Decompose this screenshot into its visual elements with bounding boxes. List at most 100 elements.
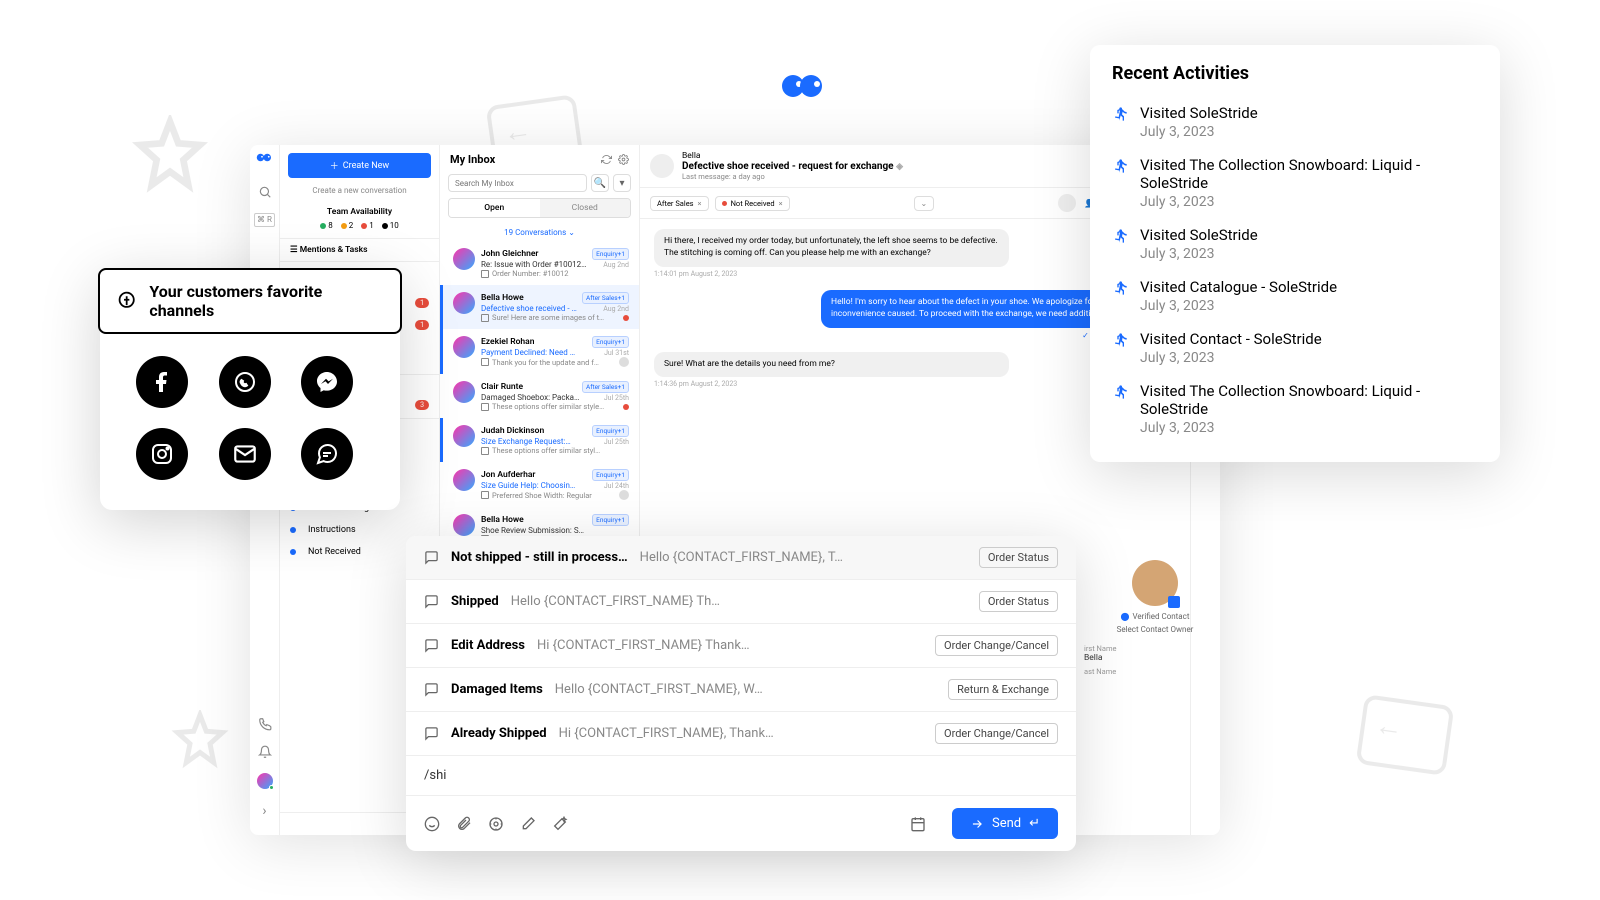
activity-item: Visited Catalogue - SoleStride July 3, 20… bbox=[1112, 270, 1478, 322]
contact-owner[interactable]: Select Contact Owner bbox=[1080, 625, 1230, 634]
template-preview: Hi {CONTACT_FIRST_NAME}, Thank… bbox=[559, 726, 923, 741]
template-title: Edit Address bbox=[451, 638, 525, 653]
attachment-icon[interactable] bbox=[456, 816, 472, 832]
magic-icon[interactable] bbox=[552, 816, 568, 832]
message: Hi there, I received my order today, but… bbox=[654, 229, 1009, 278]
email-icon[interactable] bbox=[219, 428, 271, 480]
template-item[interactable]: Shipped Hello {CONTACT_FIRST_NAME} Th… O… bbox=[406, 580, 1076, 624]
convo-name: Clair Runte bbox=[481, 382, 523, 392]
template-item[interactable]: Edit Address Hi {CONTACT_FIRST_NAME} Tha… bbox=[406, 624, 1076, 668]
messenger-icon[interactable] bbox=[301, 356, 353, 408]
field-value: Bella bbox=[1080, 653, 1230, 663]
bell-icon[interactable] bbox=[258, 745, 272, 759]
team-availability-label: Team Availability bbox=[280, 207, 439, 217]
avatar-icon[interactable] bbox=[257, 773, 273, 789]
walk-icon bbox=[1112, 384, 1128, 400]
sms-icon[interactable] bbox=[301, 428, 353, 480]
check-icon: ✓ bbox=[1082, 331, 1089, 340]
search-icon[interactable] bbox=[258, 185, 272, 199]
convo-tag: Enquiry+1 bbox=[592, 469, 629, 481]
conversation-item[interactable]: John GleichnerEnquiry+1 Re: Issue with O… bbox=[440, 241, 639, 285]
convo-date: Jul 31st bbox=[604, 349, 629, 357]
avatar bbox=[453, 514, 475, 536]
message-bubble: Sure! What are the details you need from… bbox=[654, 352, 1009, 378]
inbox-title: My Inbox bbox=[450, 153, 495, 166]
convo-date: Jul 24th bbox=[604, 482, 629, 490]
settings-icon[interactable] bbox=[618, 154, 629, 165]
inbox-search-input[interactable] bbox=[448, 174, 587, 192]
template-category: Order Status bbox=[979, 591, 1058, 612]
chat-tag[interactable]: Not Received× bbox=[715, 196, 790, 211]
calendar-icon bbox=[481, 270, 489, 278]
filter-icon[interactable]: ▾ bbox=[613, 174, 631, 192]
convo-date: Aug 2nd bbox=[603, 305, 629, 313]
conversation-item[interactable]: Bella HoweAfter Sales+1 Defective shoe r… bbox=[440, 285, 639, 329]
activity-item: Visited Contact - SoleStrideJuly 3, 2023 bbox=[1112, 322, 1478, 374]
conversation-count[interactable]: 19 Conversations ⌄ bbox=[440, 224, 639, 241]
convo-subject: Size Exchange Request:… bbox=[481, 437, 571, 446]
tab-closed[interactable]: Closed bbox=[540, 199, 631, 217]
edit-icon[interactable] bbox=[520, 816, 536, 832]
verified-contact: ⬤Verified Contact bbox=[1080, 612, 1230, 621]
avatar bbox=[1132, 560, 1178, 606]
activity-date: July 3, 2023 bbox=[1140, 298, 1337, 314]
chat-tag[interactable]: After Sales× bbox=[650, 196, 709, 211]
calendar-icon bbox=[481, 491, 489, 499]
template-item[interactable]: Not shipped - still in process… Hello {C… bbox=[406, 536, 1076, 580]
convo-date: Jul 25th bbox=[604, 438, 629, 446]
message-icon bbox=[424, 550, 439, 565]
convo-tag: After Sales+1 bbox=[582, 381, 629, 393]
avatar bbox=[453, 469, 475, 491]
phone-icon[interactable] bbox=[258, 717, 272, 731]
template-item[interactable]: Damaged Items Hello {CONTACT_FIRST_NAME}… bbox=[406, 668, 1076, 712]
avatar bbox=[453, 381, 475, 403]
conversation-item[interactable]: Judah DickinsonEnquiry+1 Size Exchange R… bbox=[440, 418, 639, 462]
convo-preview: Order Number: #10012 bbox=[481, 269, 629, 278]
chat-last-msg: Last message: a day ago bbox=[682, 172, 1140, 181]
calendar-icon bbox=[481, 447, 489, 455]
convo-preview: These options offer similar style… bbox=[481, 402, 629, 411]
conversation-item[interactable]: Jon AufderharEnquiry+1 Size Guide Help: … bbox=[440, 462, 639, 507]
template-title: Already Shipped bbox=[451, 726, 547, 741]
activity-text: Visited SoleStride bbox=[1140, 226, 1258, 244]
template-preview: Hello {CONTACT_FIRST_NAME}, W… bbox=[555, 682, 936, 697]
walk-icon bbox=[1112, 280, 1128, 296]
whatsapp-icon[interactable] bbox=[219, 356, 271, 408]
tab-open[interactable]: Open bbox=[449, 199, 540, 217]
conversation-item[interactable]: Ezekiel RohanEnquiry+1 Payment Declined:… bbox=[440, 329, 639, 374]
chevron-right-icon[interactable]: › bbox=[262, 803, 266, 819]
convo-name: John Gleichner bbox=[481, 249, 539, 259]
message-icon bbox=[424, 594, 439, 609]
recent-title: Recent Activities bbox=[1112, 63, 1478, 84]
convo-preview: Sure! Here are some images of t… bbox=[481, 313, 629, 322]
search-icon[interactable]: 🔍 bbox=[591, 174, 609, 192]
recent-activities-popup: Recent Activities Visited SoleStride July… bbox=[1090, 45, 1500, 462]
emoji-icon[interactable] bbox=[424, 816, 440, 832]
ai-icon[interactable] bbox=[488, 816, 504, 832]
activity-date: July 3, 2023 bbox=[1140, 194, 1478, 210]
avatar bbox=[619, 490, 629, 500]
unread-dot bbox=[623, 315, 629, 321]
avatar bbox=[453, 248, 475, 270]
avatar[interactable] bbox=[1058, 194, 1076, 212]
unread-dot bbox=[623, 404, 629, 410]
instagram-icon[interactable] bbox=[136, 428, 188, 480]
composer-input[interactable]: /shi bbox=[406, 756, 1076, 795]
facebook-icon[interactable] bbox=[136, 356, 188, 408]
mentions-tasks-header[interactable]: ☰ Mentions & Tasks bbox=[280, 239, 439, 262]
add-tag-dropdown[interactable]: ⌄ bbox=[914, 196, 935, 211]
send-button[interactable]: Send ↵ bbox=[952, 808, 1058, 839]
refresh-icon[interactable] bbox=[601, 154, 612, 165]
message-time: 1:14:01 pm August 2, 2023 bbox=[654, 270, 1009, 278]
activity-text: Visited Catalogue - SoleStride bbox=[1140, 278, 1337, 296]
contact-panel: ⬤Verified Contact Select Contact Owner i… bbox=[1080, 560, 1230, 676]
avatar bbox=[453, 292, 475, 314]
convo-tag: Enquiry+1 bbox=[592, 336, 629, 348]
schedule-icon[interactable] bbox=[910, 816, 926, 832]
conversation-item[interactable]: Clair RunteAfter Sales+1 Damaged Shoebox… bbox=[440, 374, 639, 418]
walk-icon bbox=[1112, 106, 1128, 122]
convo-subject: Size Guide Help: Choosin… bbox=[481, 481, 575, 490]
keyboard-shortcut-icon[interactable]: ⌘ R bbox=[254, 213, 275, 227]
template-item[interactable]: Already Shipped Hi {CONTACT_FIRST_NAME},… bbox=[406, 712, 1076, 756]
create-new-button[interactable]: ＋Create New bbox=[288, 153, 431, 178]
